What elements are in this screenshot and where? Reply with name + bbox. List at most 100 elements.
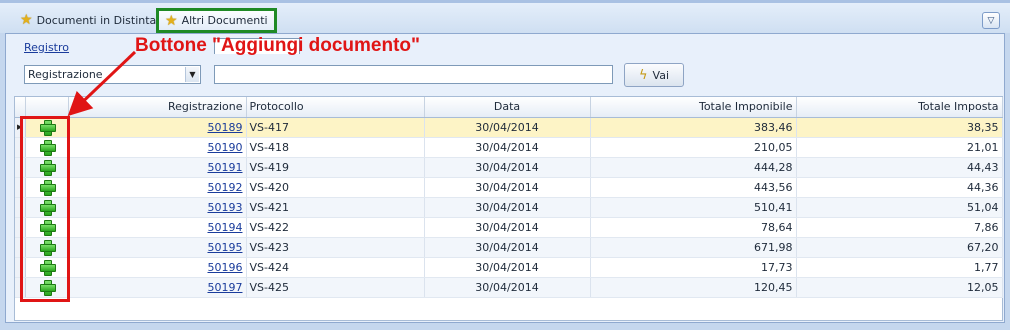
row-indicator [15, 157, 26, 178]
add-document-cell[interactable] [25, 277, 69, 298]
add-document-plus-icon[interactable] [39, 180, 56, 196]
add-document-plus-icon[interactable] [39, 120, 56, 136]
totale-imposta-cell: 67,20 [796, 237, 1003, 258]
add-document-cell[interactable] [25, 257, 69, 278]
grid-header-row: Registrazione Protocollo Data Totale Imp… [15, 97, 1003, 118]
totale-imponibile-cell: 510,41 [590, 197, 797, 218]
totale-imposta-cell: 38,35 [796, 117, 1003, 138]
add-document-plus-icon[interactable] [39, 140, 56, 156]
table-row[interactable]: ▶ 50189 VS-417 30/04/2014 383,46 38,35 [15, 117, 1003, 138]
protocollo-cell: VS-417 [246, 117, 425, 138]
registrazione-link[interactable]: 50197 [208, 281, 243, 294]
registrazione-link[interactable]: 50193 [208, 201, 243, 214]
registrazione-cell[interactable]: 50196 [68, 257, 247, 278]
registrazione-cell[interactable]: 50195 [68, 237, 247, 258]
add-document-cell[interactable] [25, 177, 69, 198]
add-document-cell[interactable] [25, 197, 69, 218]
table-row[interactable]: 50191 VS-419 30/04/2014 444,28 44,43 [15, 157, 1003, 178]
tab-altri-documenti[interactable]: ★ Altri Documenti [156, 8, 277, 33]
column-header-registrazione[interactable]: Registrazione [68, 97, 247, 118]
column-header-add[interactable] [25, 97, 69, 118]
protocollo-cell: VS-419 [246, 157, 425, 178]
registrazione-cell[interactable]: 50197 [68, 277, 247, 298]
row-indicator [15, 277, 26, 298]
add-document-plus-icon[interactable] [39, 200, 56, 216]
data-cell: 30/04/2014 [424, 177, 591, 198]
add-document-plus-icon[interactable] [39, 160, 56, 176]
registrazione-link[interactable]: 50191 [208, 161, 243, 174]
table-row[interactable]: 50193 VS-421 30/04/2014 510,41 51,04 [15, 197, 1003, 218]
vai-button[interactable]: ϟ Vai [624, 63, 684, 87]
registrazione-link[interactable]: 50196 [208, 261, 243, 274]
search-input[interactable] [214, 65, 613, 84]
column-header-protocollo[interactable]: Protocollo [246, 97, 425, 118]
lightning-icon: ϟ [638, 67, 648, 83]
column-header-totale-imposta[interactable]: Totale Imposta [796, 97, 1003, 118]
add-document-plus-icon[interactable] [39, 220, 56, 236]
add-document-cell[interactable] [25, 157, 69, 178]
registrazione-cell[interactable]: 50192 [68, 177, 247, 198]
totale-imposta-cell: 1,77 [796, 257, 1003, 278]
totale-imposta-cell: 7,86 [796, 217, 1003, 238]
table-row[interactable]: 50195 VS-423 30/04/2014 671,98 67,20 [15, 237, 1003, 258]
field-select-value: Registrazione [28, 68, 103, 81]
totale-imposta-cell: 21,01 [796, 137, 1003, 158]
data-cell: 30/04/2014 [424, 217, 591, 238]
registrazione-cell[interactable]: 50191 [68, 157, 247, 178]
data-cell: 30/04/2014 [424, 117, 591, 138]
registrazione-cell[interactable]: 50193 [68, 197, 247, 218]
data-cell: 30/04/2014 [424, 137, 591, 158]
data-cell: 30/04/2014 [424, 257, 591, 278]
registro-link[interactable]: Registro [24, 41, 69, 54]
column-header-data[interactable]: Data [424, 97, 591, 118]
registrazione-link[interactable]: 50190 [208, 141, 243, 154]
data-cell: 30/04/2014 [424, 157, 591, 178]
collapse-button[interactable]: ▽ [982, 12, 1000, 29]
registrazione-cell[interactable]: 50190 [68, 137, 247, 158]
protocollo-cell: VS-422 [246, 217, 425, 238]
totale-imposta-cell: 44,43 [796, 157, 1003, 178]
registrazione-link[interactable]: 50195 [208, 241, 243, 254]
totale-imponibile-cell: 383,46 [590, 117, 797, 138]
row-indicator: ▶ [15, 117, 26, 138]
column-header-totale-imponibile[interactable]: Totale Imponibile [590, 97, 797, 118]
registrazione-link[interactable]: 50194 [208, 221, 243, 234]
data-cell: 30/04/2014 [424, 197, 591, 218]
totale-imponibile-cell: 444,28 [590, 157, 797, 178]
add-document-plus-icon[interactable] [39, 260, 56, 276]
tab-bar: ★ Documenti in Distinta ★ Altri Document… [0, 3, 1010, 33]
star-icon: ★ [20, 12, 33, 28]
protocollo-cell: VS-420 [246, 177, 425, 198]
totale-imponibile-cell: 120,45 [590, 277, 797, 298]
totale-imponibile-cell: 17,73 [590, 257, 797, 278]
add-document-plus-icon[interactable] [39, 240, 56, 256]
tab-documenti-in-distinta[interactable]: ★ Documenti in Distinta [14, 9, 162, 31]
row-indicator-header [15, 97, 26, 118]
totale-imposta-cell: 44,36 [796, 177, 1003, 198]
field-select[interactable]: Registrazione ▼ [24, 65, 201, 84]
table-row[interactable]: 50194 VS-422 30/04/2014 78,64 7,86 [15, 217, 1003, 238]
row-indicator [15, 197, 26, 218]
registrazione-cell[interactable]: 50194 [68, 217, 247, 238]
table-row[interactable]: 50190 VS-418 30/04/2014 210,05 21,01 [15, 137, 1003, 158]
row-indicator [15, 257, 26, 278]
table-row[interactable]: 50196 VS-424 30/04/2014 17,73 1,77 [15, 257, 1003, 278]
tab-label: Altri Documenti [181, 14, 268, 27]
registrazione-link[interactable]: 50192 [208, 181, 243, 194]
add-document-plus-icon[interactable] [39, 280, 56, 296]
registrazione-cell[interactable]: 50189 [68, 117, 247, 138]
add-document-cell[interactable] [25, 217, 69, 238]
chevron-down-icon[interactable]: ▼ [185, 67, 199, 82]
protocollo-cell: VS-425 [246, 277, 425, 298]
totale-imponibile-cell: 78,64 [590, 217, 797, 238]
protocollo-cell: VS-421 [246, 197, 425, 218]
totale-imposta-cell: 51,04 [796, 197, 1003, 218]
totale-imposta-cell: 12,05 [796, 277, 1003, 298]
table-row[interactable]: 50192 VS-420 30/04/2014 443,56 44,36 [15, 177, 1003, 198]
table-row[interactable]: 50197 VS-425 30/04/2014 120,45 12,05 [15, 277, 1003, 298]
add-document-cell[interactable] [25, 117, 69, 138]
registrazione-link[interactable]: 50189 [208, 121, 243, 134]
add-document-cell[interactable] [25, 137, 69, 158]
add-document-cell[interactable] [25, 237, 69, 258]
data-cell: 30/04/2014 [424, 237, 591, 258]
